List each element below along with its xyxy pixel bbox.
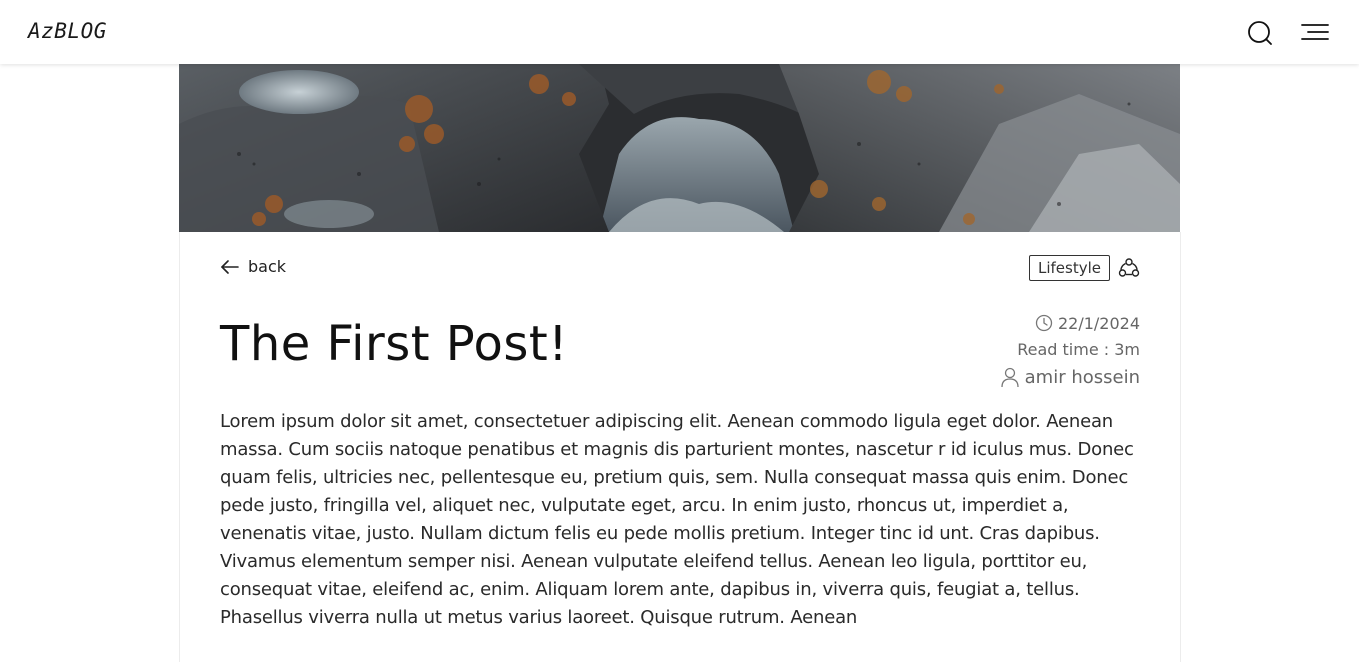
- menu-icon: [1301, 24, 1329, 40]
- read-time: Read time : 3m: [1017, 339, 1140, 359]
- clock-icon: [1035, 314, 1053, 332]
- category-tag[interactable]: Lifestyle: [1028, 255, 1110, 281]
- post-body: Lorem ipsum dolor sit amet, consectetuer…: [220, 411, 1134, 628]
- post-hero-image: [179, 64, 1180, 232]
- share-icon: [1118, 258, 1140, 277]
- arrow-left-icon: [221, 259, 239, 274]
- hero-rocks-illustration: [179, 64, 1180, 232]
- author-name: amir hossein: [1024, 366, 1140, 388]
- read-time-row: Read time : 3m: [1000, 336, 1140, 362]
- post-date-row: 22/1/2024: [1000, 310, 1140, 336]
- post-date: 22/1/2024: [1057, 313, 1140, 333]
- top-navbar: AzBLOG: [0, 0, 1359, 64]
- search-button[interactable]: [1247, 20, 1273, 46]
- back-label: back: [248, 257, 287, 276]
- post-meta: 22/1/2024 Read time : 3m amir hossein: [1000, 310, 1140, 392]
- site-logo[interactable]: AzBLOG: [28, 19, 107, 43]
- author-row[interactable]: amir hossein: [1000, 362, 1140, 392]
- back-button[interactable]: back: [220, 257, 286, 276]
- user-icon: [1000, 367, 1019, 388]
- post-title: The First Post!: [220, 316, 568, 372]
- share-button[interactable]: [1118, 257, 1140, 279]
- menu-button[interactable]: [1300, 22, 1330, 44]
- search-icon: [1248, 21, 1272, 45]
- post-card: back Lifestyle The First Post! 22/1/2024…: [179, 232, 1181, 662]
